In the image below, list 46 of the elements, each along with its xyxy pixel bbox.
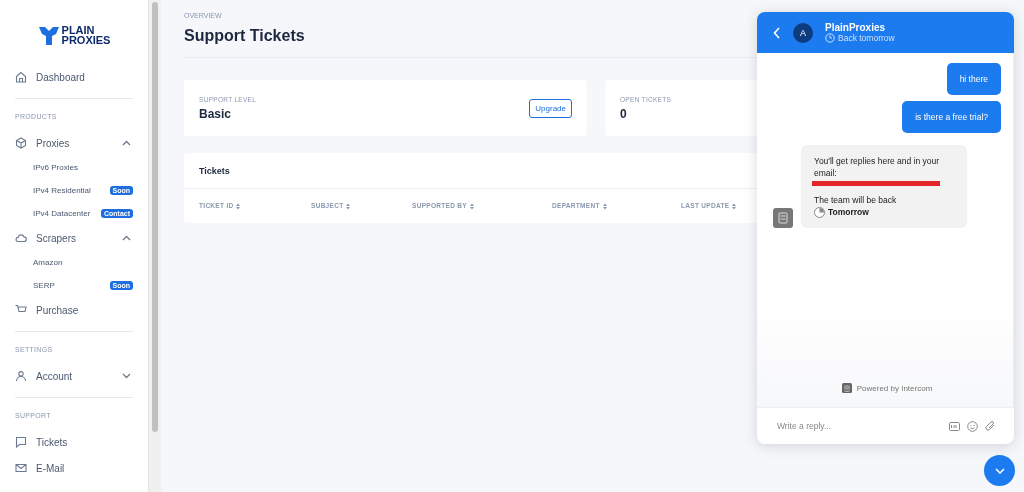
chat-icon bbox=[15, 436, 27, 448]
sort-icon bbox=[469, 202, 474, 210]
powered-by-text[interactable]: Powered by Intercom bbox=[856, 383, 933, 393]
sort-icon bbox=[236, 202, 241, 210]
page-title: Support Tickets bbox=[184, 27, 305, 45]
user-message: is there a free trial? bbox=[902, 101, 1001, 133]
avatar: A bbox=[793, 22, 813, 43]
sort-icon bbox=[346, 202, 351, 210]
clock-icon bbox=[814, 206, 825, 218]
nav-subitem[interactable]: IPv6 Proxies bbox=[15, 156, 133, 179]
nav-item[interactable]: Proxies bbox=[15, 132, 133, 154]
card-value: Basic bbox=[199, 106, 232, 121]
chat-name: PlainProxies bbox=[825, 22, 887, 33]
user-message: hi there bbox=[946, 63, 1001, 95]
logo-text: PLAIN bbox=[61, 25, 96, 35]
sort-icon bbox=[602, 202, 607, 210]
box-icon bbox=[15, 137, 27, 149]
upgrade-button[interactable]: Upgrade bbox=[529, 98, 572, 118]
emoji-icon[interactable] bbox=[967, 420, 978, 432]
nav-item[interactable]: Dashboard bbox=[15, 66, 133, 88]
card-value: 0 bbox=[620, 106, 627, 121]
nav-item[interactable]: Account bbox=[15, 365, 133, 387]
intercom-icon bbox=[841, 383, 852, 393]
cloud-icon bbox=[15, 232, 27, 244]
mail-icon bbox=[15, 462, 27, 474]
chat-status: Back tomorrow bbox=[838, 33, 895, 43]
close-chat-button[interactable] bbox=[984, 455, 1015, 486]
message-text: Tomorrow bbox=[828, 206, 869, 218]
nav-item[interactable]: Tickets bbox=[15, 431, 133, 453]
nav-item[interactable]: Purchase bbox=[15, 299, 133, 321]
user-icon bbox=[15, 370, 27, 382]
bot-avatar-icon bbox=[773, 208, 793, 228]
logo-icon bbox=[37, 24, 60, 46]
attachment-icon[interactable] bbox=[985, 420, 996, 432]
nav-item[interactable]: E-Mail bbox=[15, 457, 133, 479]
chevron-down-icon bbox=[994, 467, 1005, 474]
message-text: The team will be back bbox=[814, 194, 898, 206]
sort-icon bbox=[732, 202, 737, 210]
clock-icon bbox=[825, 33, 835, 43]
nav-item[interactable]: Scrapers bbox=[15, 227, 133, 249]
message-text: You'll get replies here and in your email: bbox=[814, 155, 941, 179]
nav-subitem[interactable]: Amazon bbox=[15, 251, 133, 274]
card-title: Tickets bbox=[199, 165, 230, 176]
logo-text: PROXIES bbox=[61, 35, 111, 45]
back-icon[interactable] bbox=[773, 26, 781, 39]
home-icon bbox=[15, 71, 27, 83]
